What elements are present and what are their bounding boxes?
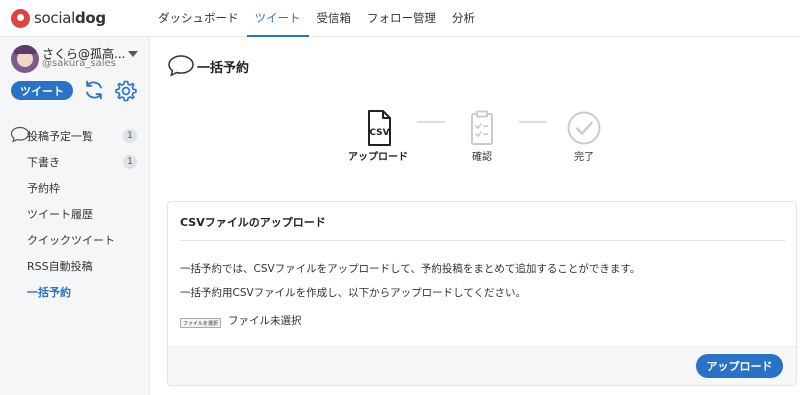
check-circle-icon bbox=[567, 111, 601, 145]
sidebar-item-label: ツイート履歴 bbox=[27, 208, 93, 221]
sidebar-item-label: 一括予約 bbox=[27, 286, 71, 299]
sidebar-item-label: RSS自動投稿 bbox=[27, 260, 93, 273]
tweet-button[interactable]: ツイート bbox=[11, 81, 73, 100]
gear-icon[interactable] bbox=[114, 79, 138, 103]
sidebar: さくら@孤高... @sakura_sales ツイート 投稿予定一覧 1 下書… bbox=[0, 37, 150, 395]
account-handle: @sakura_sales bbox=[42, 58, 116, 69]
nav-inbox[interactable]: 受信箱 bbox=[309, 0, 360, 37]
sidebar-item-label: クイックツイート bbox=[27, 234, 115, 247]
step-confirm: 確認 bbox=[452, 109, 512, 165]
upload-button[interactable]: アップロード bbox=[696, 354, 783, 378]
step-label: 確認 bbox=[472, 152, 492, 163]
page-header: 一括予約 bbox=[167, 54, 249, 78]
choose-file-button[interactable]: ファイルを選択 bbox=[180, 318, 222, 328]
clipboard-check-icon bbox=[471, 110, 493, 145]
csv-file-icon: CSV bbox=[368, 110, 391, 146]
step-upload: CSV アップロード bbox=[348, 109, 408, 165]
count-badge: 1 bbox=[123, 129, 137, 143]
logo-text: socialdog bbox=[34, 9, 106, 27]
nav-follow-management[interactable]: フォロー管理 bbox=[359, 0, 444, 37]
refresh-icon[interactable] bbox=[82, 78, 106, 102]
step-connector bbox=[519, 121, 547, 123]
upload-stepper: CSV アップロード 確認 完了 bbox=[340, 109, 640, 181]
file-status: ファイル未選択 bbox=[228, 315, 302, 327]
speech-bubble-icon bbox=[168, 55, 194, 77]
sidebar-item-schedule-slots[interactable]: 予約枠 bbox=[0, 175, 150, 201]
sidebar-item-label: 投稿予定一覧 bbox=[27, 130, 93, 143]
step-label: 完了 bbox=[574, 152, 594, 163]
sidebar-item-bulk-schedule[interactable]: 一括予約 bbox=[0, 279, 150, 305]
sidebar-item-rss[interactable]: RSS自動投稿 bbox=[0, 253, 150, 279]
logo-mark-icon bbox=[11, 8, 30, 28]
csv-upload-card: CSVファイルのアップロード 一括予約では、CSVファイルをアップロードして、予… bbox=[167, 201, 797, 386]
step-connector bbox=[417, 121, 445, 123]
csv-icon-text: CSV bbox=[369, 128, 389, 138]
step-label: アップロード bbox=[348, 152, 408, 163]
count-badge: 1 bbox=[123, 155, 137, 169]
nav-tweet[interactable]: ツイート bbox=[246, 0, 309, 37]
main-nav: ダッシュボード ツイート 受信箱 フォロー管理 分析 bbox=[150, 0, 483, 37]
card-description: 一括予約では、CSVファイルをアップロードして、予約投稿をまとめて追加することが… bbox=[180, 263, 641, 275]
avatar[interactable] bbox=[11, 45, 39, 73]
account-switch-caret-icon[interactable] bbox=[128, 51, 138, 57]
card-footer: アップロード bbox=[168, 346, 796, 385]
socialdog-logo[interactable]: socialdog bbox=[11, 7, 106, 29]
nav-dashboard[interactable]: ダッシュボード bbox=[150, 0, 247, 37]
card-title: CSVファイルのアップロード bbox=[180, 216, 326, 229]
speech-bubble-icon bbox=[10, 126, 30, 143]
sidebar-item-label: 下書き bbox=[27, 156, 60, 169]
logo-text-light: social bbox=[34, 9, 75, 27]
sidebar-item-scheduled[interactable]: 投稿予定一覧 1 bbox=[0, 123, 150, 149]
nav-analytics[interactable]: 分析 bbox=[444, 0, 483, 37]
top-bar: socialdog ダッシュボード ツイート 受信箱 フォロー管理 分析 bbox=[0, 0, 800, 37]
logo-text-bold: dog bbox=[74, 9, 106, 27]
sidebar-item-label: 予約枠 bbox=[27, 182, 60, 195]
sidebar-item-quick-tweet[interactable]: クイックツイート bbox=[0, 227, 150, 253]
sidebar-item-drafts[interactable]: 下書き 1 bbox=[0, 149, 150, 175]
divider bbox=[180, 240, 786, 241]
card-instruction: 一括予約用CSVファイルを作成し、以下からアップロードしてください。 bbox=[180, 287, 527, 299]
sidebar-menu: 投稿予定一覧 1 下書き 1 予約枠 ツイート履歴 クイックツイート RSS自動… bbox=[0, 123, 150, 305]
page-title: 一括予約 bbox=[197, 60, 250, 76]
sidebar-item-tweet-history[interactable]: ツイート履歴 bbox=[0, 201, 150, 227]
step-complete: 完了 bbox=[554, 109, 614, 165]
